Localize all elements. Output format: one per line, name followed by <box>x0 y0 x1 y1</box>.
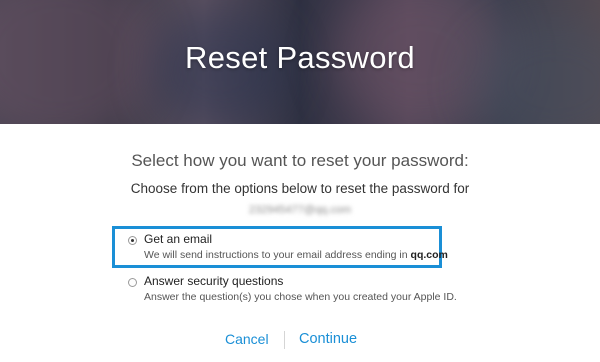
action-bar: Cancel Continue <box>0 331 600 353</box>
email-domain: qq.com <box>410 249 448 261</box>
option-label: Answer security questions <box>144 274 284 288</box>
option-description-text: We will send instructions to your email … <box>144 249 408 261</box>
reset-instruction: Choose from the options below to reset t… <box>130 181 470 196</box>
option-get-email[interactable]: Get an email We will send instructions t… <box>112 226 448 268</box>
reset-subtitle: Select how you want to reset your passwo… <box>131 151 469 170</box>
radio-selected-icon[interactable] <box>128 236 137 245</box>
divider <box>284 331 285 349</box>
option-security-questions[interactable]: Answer security questions Answer the que… <box>112 268 457 306</box>
cancel-button[interactable]: Cancel <box>225 331 269 347</box>
header-banner: Reset Password <box>0 0 600 124</box>
option-description: We will send instructions to your email … <box>144 249 448 261</box>
option-description: Answer the question(s) you chose when yo… <box>144 291 457 303</box>
page-title: Reset Password <box>185 40 415 75</box>
continue-button[interactable]: Continue <box>299 331 357 347</box>
option-label: Get an email <box>144 232 213 246</box>
account-email-blurred: 232945477@qq.com <box>248 204 352 216</box>
radio-unselected-icon[interactable] <box>128 278 137 287</box>
